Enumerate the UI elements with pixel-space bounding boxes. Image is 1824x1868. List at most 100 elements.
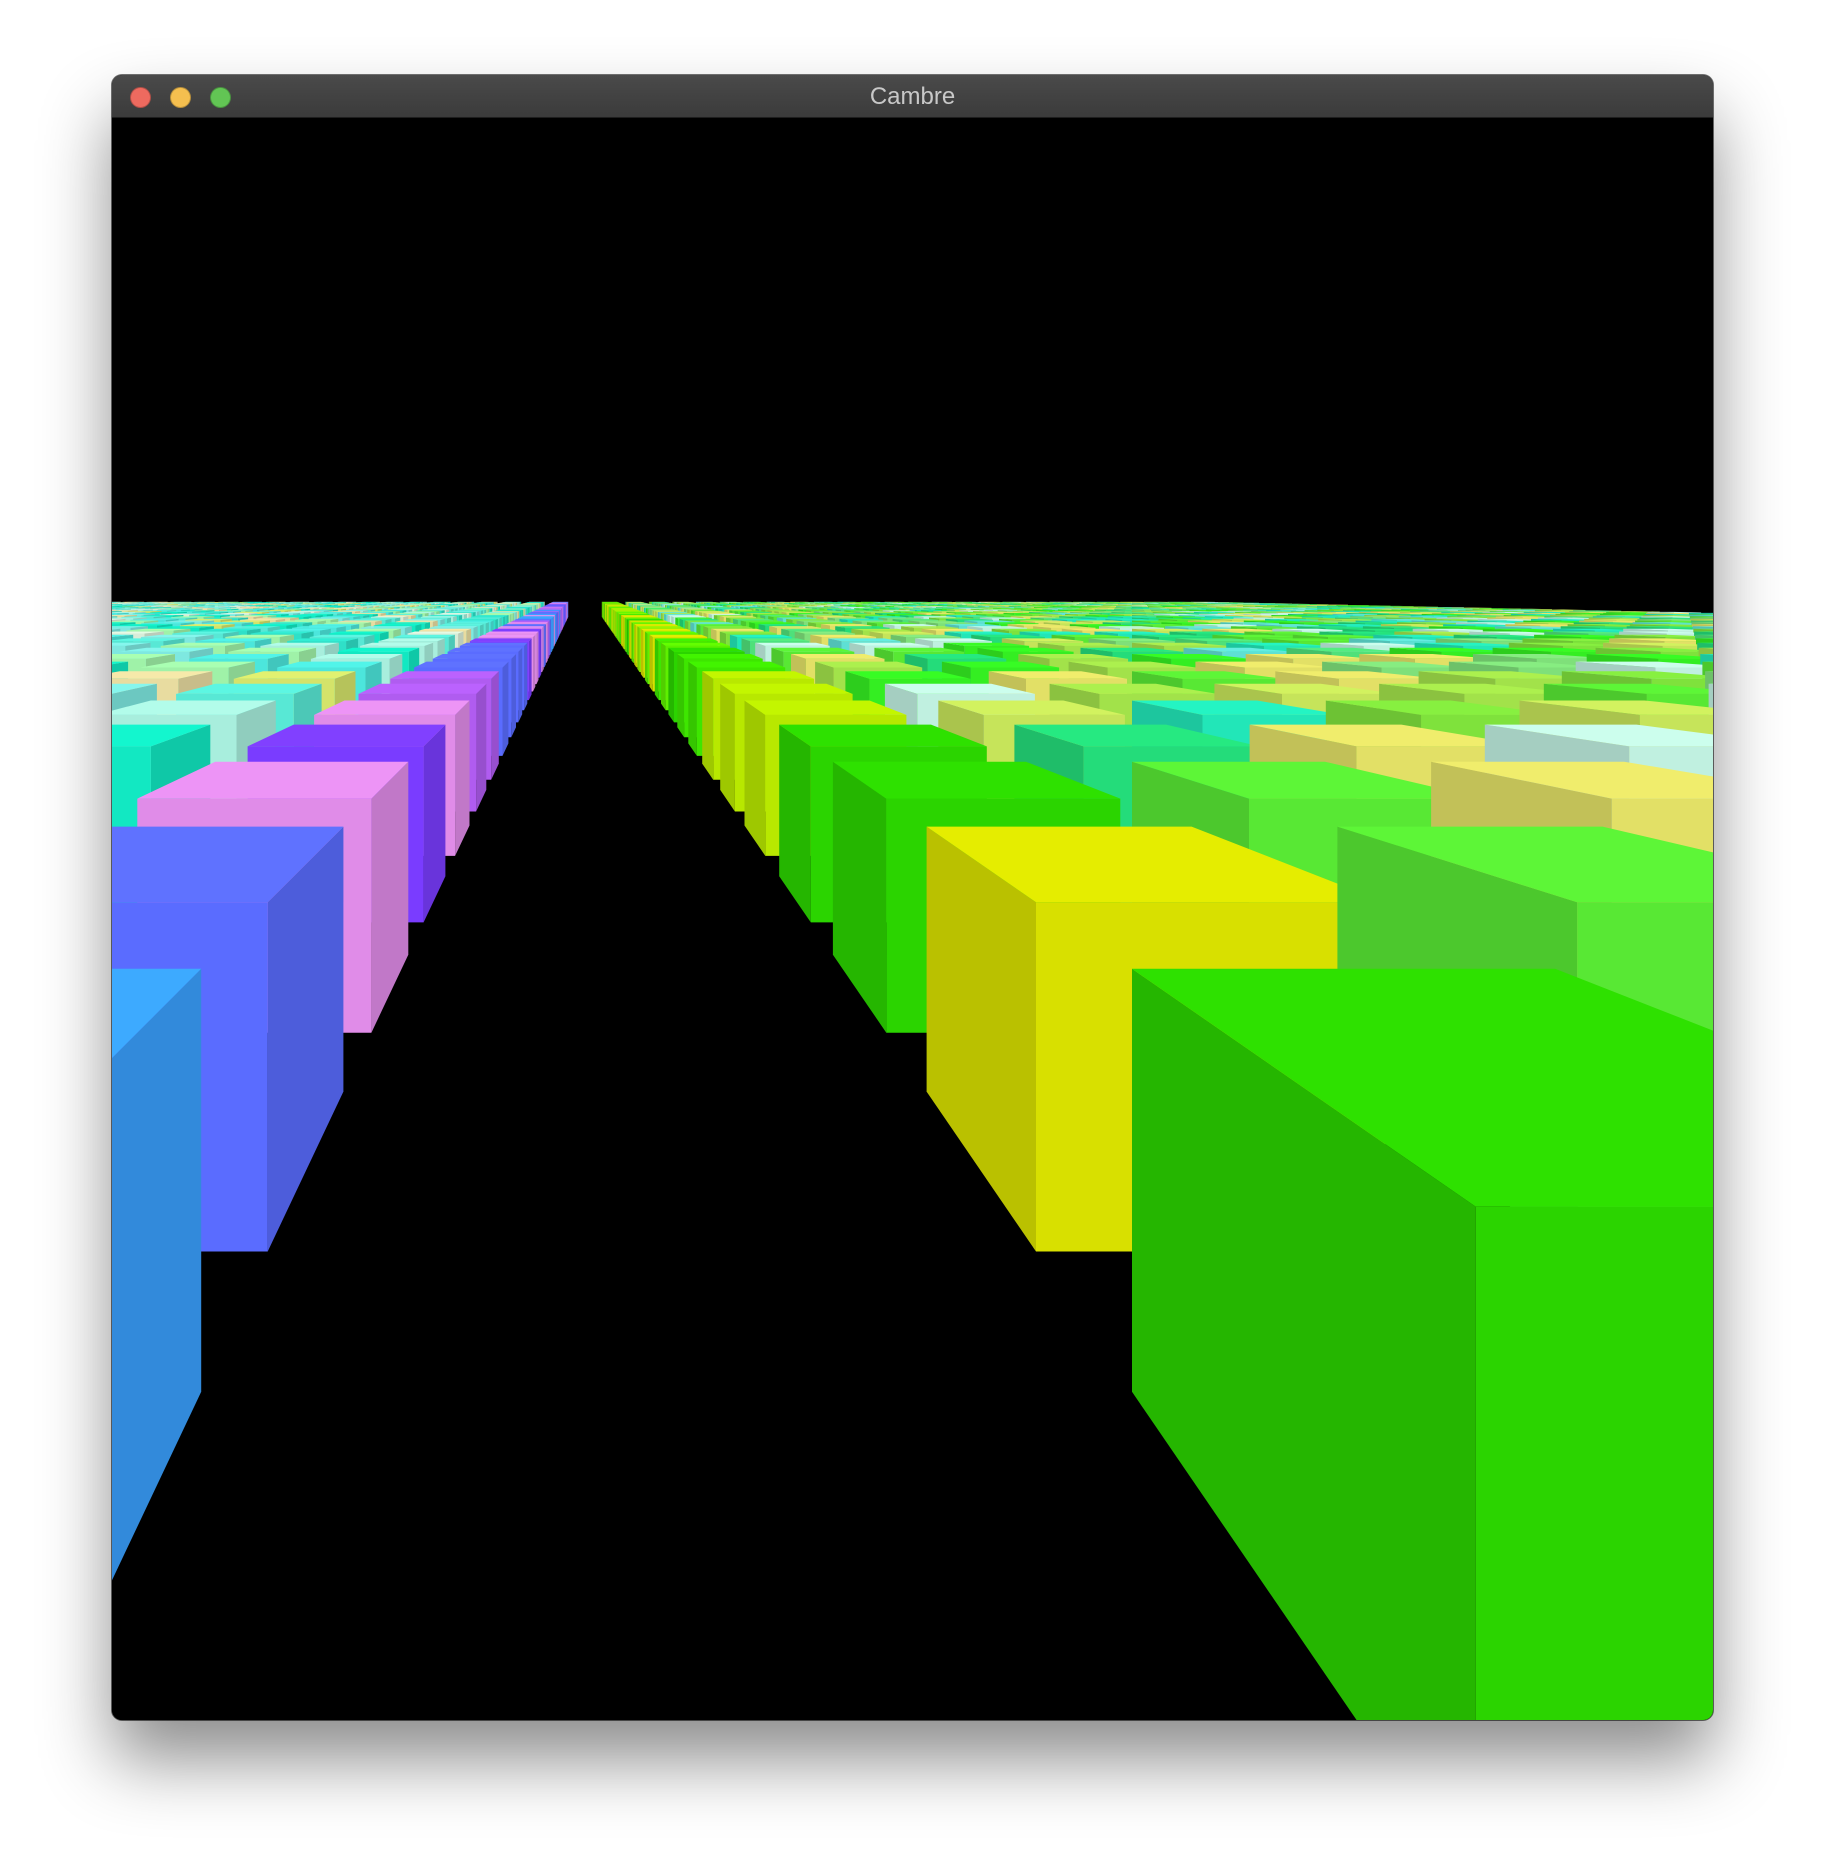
cube-top-face bbox=[647, 608, 673, 610]
cube-side-face bbox=[609, 607, 610, 629]
cube-side-face bbox=[554, 615, 555, 647]
cube-side-face bbox=[542, 626, 544, 673]
cube-top-face bbox=[354, 608, 382, 610]
cube-top-face bbox=[528, 612, 558, 614]
cube-top-face bbox=[749, 622, 795, 624]
cube-side-face bbox=[622, 616, 624, 650]
cube-top-face bbox=[497, 609, 524, 610]
cube-top-face bbox=[622, 616, 657, 617]
cube-top-face bbox=[427, 608, 454, 610]
cube-top-face bbox=[434, 613, 467, 615]
cube-top-face bbox=[741, 638, 810, 642]
cube-top-face bbox=[507, 622, 548, 624]
cube-top-face bbox=[761, 609, 790, 610]
cube-top-face bbox=[459, 642, 528, 646]
cube-side-face bbox=[640, 628, 644, 678]
cube-top-face bbox=[360, 626, 412, 628]
cube-side-face bbox=[550, 618, 552, 656]
cube-top-face bbox=[733, 618, 774, 620]
cube-top-face bbox=[459, 609, 487, 610]
render-viewport[interactable] bbox=[112, 118, 1713, 1720]
cube-top-face bbox=[626, 618, 664, 620]
cube-top-face bbox=[760, 615, 797, 616]
window-title: Cambre bbox=[869, 83, 956, 110]
cube-top-face bbox=[480, 613, 512, 615]
cube-top-face bbox=[702, 671, 815, 679]
cube-side-face bbox=[617, 612, 619, 642]
cube-top-face bbox=[440, 612, 472, 614]
cube-top-face bbox=[724, 609, 752, 610]
cube-top-face bbox=[385, 622, 430, 624]
title-bar[interactable]: Cambre bbox=[112, 75, 1713, 118]
cube-top-face bbox=[429, 626, 478, 628]
cube-top-face bbox=[395, 620, 438, 622]
cube-top-face bbox=[413, 617, 451, 619]
cube-side-face bbox=[720, 683, 735, 812]
cube-top-face bbox=[511, 620, 550, 622]
cube-top-face bbox=[664, 613, 696, 615]
cube-top-face bbox=[668, 647, 745, 652]
cube-top-face bbox=[361, 611, 394, 613]
cube-top-face bbox=[517, 617, 553, 619]
cube-top-face bbox=[523, 615, 555, 616]
cube-top-face bbox=[696, 624, 743, 626]
cube-top-face bbox=[525, 613, 557, 615]
cube-top-face bbox=[615, 611, 643, 612]
cube-top-face bbox=[694, 611, 724, 612]
cube-top-face bbox=[703, 626, 753, 628]
cube-side-face bbox=[702, 671, 714, 780]
cube-top-face bbox=[484, 612, 515, 614]
cube-side-face bbox=[518, 647, 523, 723]
cube-top-face bbox=[758, 624, 807, 626]
cube-top-face bbox=[687, 609, 714, 610]
cube-side-face bbox=[539, 628, 542, 678]
cube-side-face bbox=[649, 634, 653, 692]
cube-top-face bbox=[494, 610, 522, 611]
cube-side-face bbox=[528, 638, 532, 701]
cube-side-face bbox=[536, 631, 539, 685]
cube-top-face bbox=[380, 615, 416, 616]
cube-top-face bbox=[677, 654, 763, 659]
cube-top-face bbox=[475, 615, 509, 616]
cube-top-face bbox=[469, 638, 532, 642]
cube-top-face bbox=[781, 611, 814, 613]
cube-side-face bbox=[631, 622, 634, 663]
cube-top-face bbox=[637, 626, 684, 628]
app-window: Cambre bbox=[112, 75, 1713, 1720]
cube-top-face bbox=[690, 622, 734, 624]
cube-side-face bbox=[533, 634, 536, 692]
cube-side-face bbox=[544, 624, 546, 668]
cube-top-face bbox=[390, 671, 499, 679]
cube-side-face bbox=[677, 654, 685, 738]
cube-top-face bbox=[661, 642, 730, 646]
cube-top-face bbox=[679, 618, 719, 620]
cube-top-face bbox=[502, 624, 546, 626]
cube-side-face bbox=[628, 620, 631, 659]
cube-side-face bbox=[634, 624, 637, 668]
cube-top-face bbox=[613, 609, 639, 610]
cube-top-face bbox=[533, 610, 560, 611]
cube-top-face bbox=[376, 610, 407, 611]
cube-top-face bbox=[407, 631, 464, 634]
cube-top-face bbox=[463, 608, 490, 610]
cube-side-face bbox=[621, 615, 623, 647]
cube-top-face bbox=[390, 608, 418, 610]
cube-side-face bbox=[559, 610, 560, 637]
cube-top-face bbox=[352, 612, 386, 614]
cube-top-face bbox=[487, 611, 517, 613]
cube-side-face bbox=[661, 642, 666, 711]
cube-top-face bbox=[746, 612, 779, 614]
cube-side-face bbox=[610, 607, 611, 631]
cube-top-face bbox=[617, 612, 648, 614]
cube-top-face bbox=[660, 612, 692, 614]
cube-top-face bbox=[414, 661, 509, 668]
cube-top-face bbox=[497, 626, 544, 628]
cube-side-face bbox=[624, 617, 626, 653]
cube-side-face bbox=[546, 622, 548, 663]
cube-top-face bbox=[667, 615, 701, 616]
cube-top-face bbox=[369, 611, 400, 612]
cube-side-face bbox=[548, 620, 550, 659]
cube-side-face bbox=[611, 608, 612, 632]
cube-side-face bbox=[476, 683, 487, 812]
cube-top-face bbox=[708, 613, 742, 615]
